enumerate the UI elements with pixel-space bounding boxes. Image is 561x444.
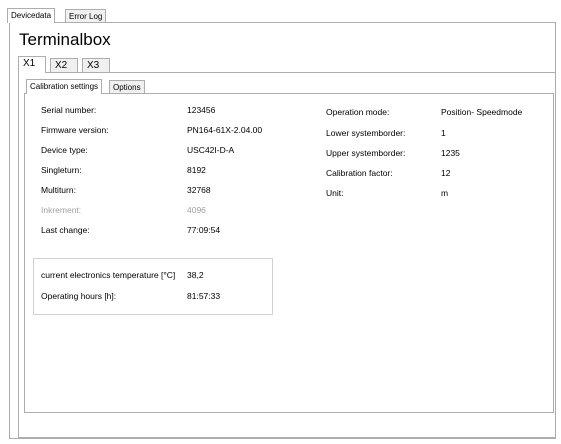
tab-devicedata[interactable]: Devicedata [7,8,56,23]
singleturn-label: Singleturn: [41,165,82,175]
inkrement-value: 4096 [187,205,206,215]
tab-options[interactable]: Options [109,80,145,93]
serial-number-label: Serial number: [41,105,97,115]
firmware-version-label: Firmware version: [41,125,109,135]
serial-number-value: 123456 [187,105,216,115]
status-group [33,258,273,315]
upper-systemborder-value: 1235 [441,148,460,158]
inkrement-label: Inkrement: [41,205,82,215]
firmware-version-value: PN164-61X-2.04.00 [187,125,263,135]
electronics-temperature-label: current electronics temperature [°C] [41,270,176,280]
last-change-label: Last change: [41,225,90,235]
multiturn-value: 32768 [187,185,211,195]
tab-x3[interactable]: X3 [82,58,110,72]
tab-x1[interactable]: X1 [18,56,46,73]
electronics-temperature-value: 38,2 [187,270,204,280]
operating-hours-label: Operating hours [h]: [41,291,117,301]
unit-value: m [441,188,449,198]
calibration-factor-value: 12 [441,168,451,178]
device-type-value: USC42I-D-A [187,145,235,155]
operation-mode-label: Operation mode: [326,107,390,117]
singleturn-value: 8192 [187,165,206,175]
tab-calibration-settings[interactable]: Calibration settings [26,79,103,94]
page-title: Terminalbox [19,30,111,49]
last-change-value: 77:09:54 [187,225,221,235]
device-type-label: Device type: [41,145,88,155]
tab-x2[interactable]: X2 [50,58,78,72]
calibration-factor-label: Calibration factor: [326,168,393,178]
unit-label: Unit: [326,188,344,198]
operating-hours-value: 81:57:33 [187,291,221,301]
lower-systemborder-value: 1 [441,128,446,138]
tab-error-log[interactable]: Error Log [65,9,107,22]
operation-mode-value: Position- Speedmode [441,107,523,117]
multiturn-label: Multiturn: [41,185,76,195]
lower-systemborder-label: Lower systemborder: [326,128,406,138]
upper-systemborder-label: Upper systemborder: [326,148,406,158]
calibration-panel [24,93,554,413]
